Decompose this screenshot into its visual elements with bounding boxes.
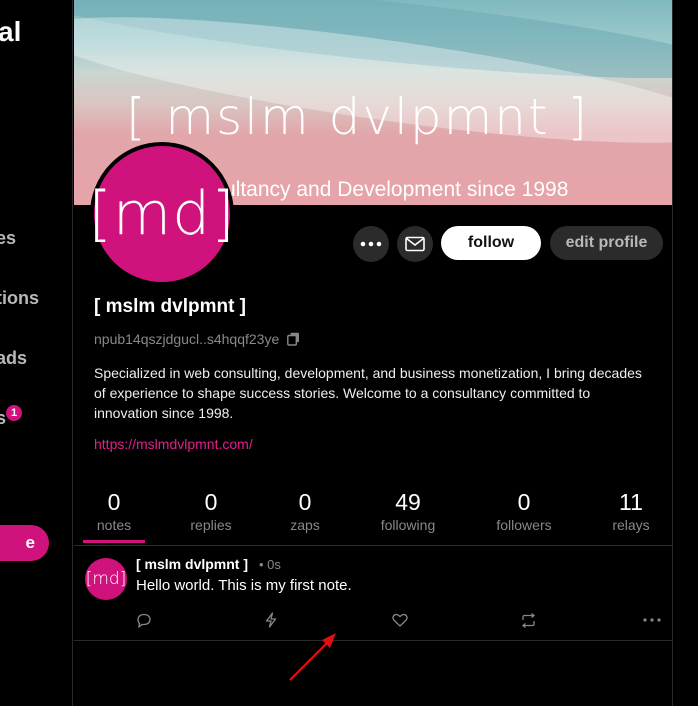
stat-followers[interactable]: 0 followers [484,488,564,534]
more-options-button[interactable] [353,226,389,262]
stat-zaps[interactable]: 0 zaps [265,488,345,534]
stat-value: 0 [107,489,121,515]
zap-icon [265,612,277,628]
follow-button[interactable]: follow [441,226,541,260]
profile-stats: 0 notes 0 replies 0 zaps 49 following 0 … [74,488,672,544]
stat-value: 49 [395,489,421,515]
npub-row: npub14qszjdgucl..s4hqqf23ye [94,331,300,347]
annotation-arrow-icon [289,633,336,681]
sidebar-item-3[interactable]: ads [0,348,27,369]
sidebar-item-1[interactable]: es [0,228,16,249]
profile-main: [ mslm dvlpmnt ] ultancy and Development… [74,0,672,706]
stat-label: zaps [290,517,320,533]
note-avatar[interactable]: [md] [85,558,127,600]
note-text: Hello world. This is my first note. [136,577,352,594]
note-author[interactable]: [ mslm dvlpmnt ] [136,556,248,572]
heart-icon [392,613,408,627]
sidebar-item-2[interactable]: tions [0,288,39,309]
mail-icon [405,236,425,252]
stat-value: 0 [298,489,312,515]
repost-icon [521,612,535,628]
profile-website-link[interactable]: https://mslmdvlpmnt.com/ [94,436,253,452]
banner-subtitle: ultancy and Development since 1998 [224,178,569,201]
left-sidebar: al es tions ads s 1 e [0,0,72,706]
stat-label: followers [496,517,552,533]
avatar-text: [md] [88,179,236,249]
notification-badge: 1 [6,405,22,421]
stat-relays[interactable]: 11 relays [591,488,671,534]
stat-following[interactable]: 49 following [368,488,448,534]
stat-value: 11 [619,489,643,515]
note-item[interactable]: [md] [ mslm dvlpmnt ] • 0s Hello world. … [74,546,672,640]
stat-replies[interactable]: 0 replies [171,488,251,534]
reply-button[interactable] [134,612,154,628]
stat-label: replies [190,517,232,533]
npub-text: npub14qszjdgucl..s4hqqf23ye [94,331,280,347]
profile-avatar[interactable]: [md] [88,142,236,286]
note-avatar-text: [md] [85,569,127,589]
profile-name: [ mslm dvlpmnt ] [94,296,247,317]
stat-label: following [380,517,436,533]
profile-bio: Specialized in web consulting, developme… [94,365,642,421]
like-button[interactable] [390,612,410,628]
active-tab-indicator [83,540,145,543]
stat-label: notes [96,517,132,533]
reply-icon [137,613,151,628]
stat-label: relays [612,517,650,533]
sidebar-divider [72,0,73,706]
note-more-button[interactable] [642,612,662,628]
edit-profile-button[interactable]: edit profile [550,226,663,260]
stat-notes[interactable]: 0 notes [74,488,154,534]
app-logo[interactable]: al [0,16,21,48]
note-time: • 0s [259,557,281,572]
stat-value: 0 [517,489,531,515]
more-horizontal-icon [643,618,661,622]
repost-button[interactable] [518,612,538,628]
more-horizontal-icon [360,241,382,247]
message-button[interactable] [397,226,433,262]
copy-icon[interactable] [287,332,300,346]
main-divider [672,0,673,706]
stat-value: 0 [204,489,218,515]
note-divider [74,640,672,641]
zap-button[interactable] [261,612,281,628]
banner-title: [ mslm dvlpmnt ] [126,88,590,146]
post-button[interactable]: e [0,525,49,561]
